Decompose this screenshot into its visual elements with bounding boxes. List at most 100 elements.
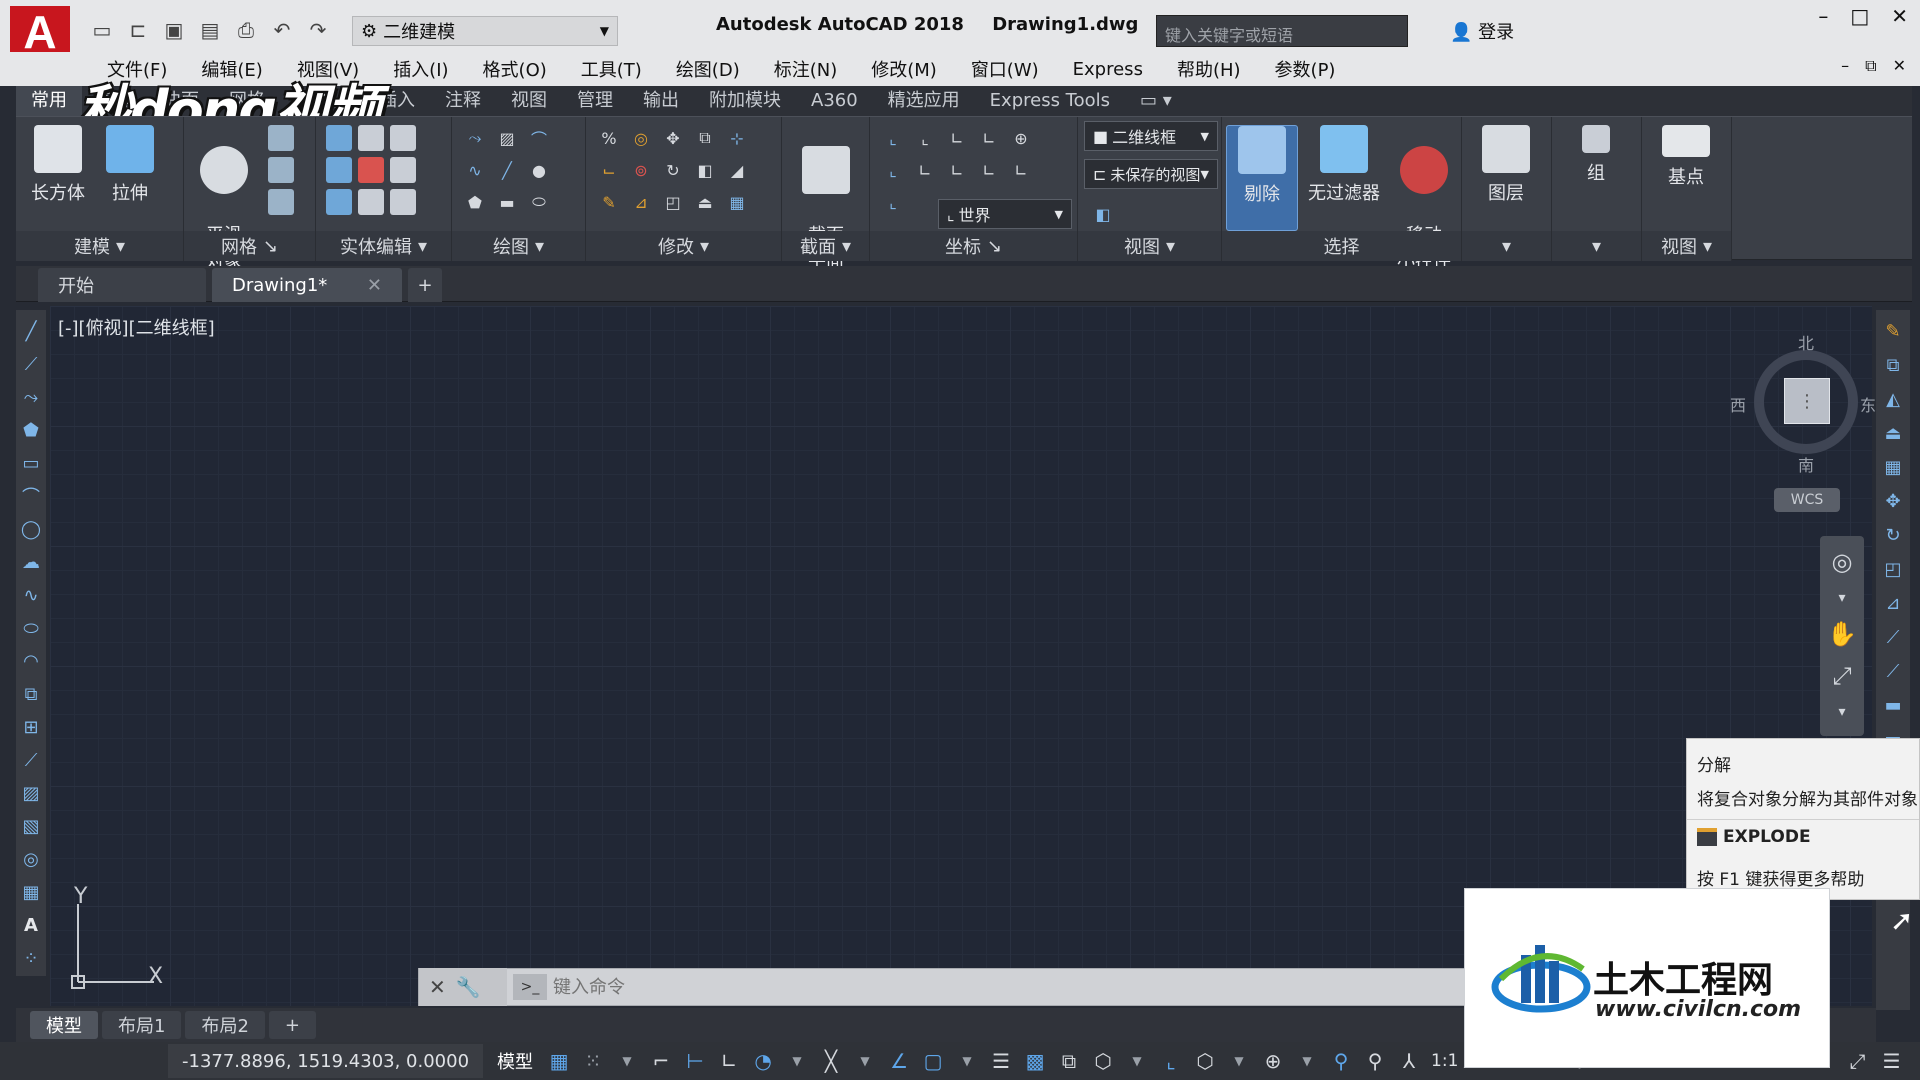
chevron-down-icon[interactable]: ▾ — [1838, 704, 1845, 720]
box-button[interactable]: 长方体 — [22, 125, 94, 205]
arc-icon[interactable]: ⌒ — [19, 483, 43, 509]
sign-in-button[interactable]: 👤 登录 — [1450, 18, 1514, 44]
panel-title-solid-edit[interactable]: 实体编辑 ▾ — [316, 231, 451, 261]
menu-item-6[interactable]: 绘图(D) — [659, 56, 757, 82]
ucs-x-icon[interactable]: ∟ — [944, 125, 970, 151]
maximize-icon[interactable]: □ — [1850, 4, 1869, 28]
wrench-icon[interactable]: 🔧 — [456, 975, 481, 999]
object-snap-icon[interactable]: ▢ — [921, 1049, 945, 1073]
command-history-button[interactable]: >_ — [513, 974, 547, 1000]
thicken-icon[interactable] — [358, 189, 384, 215]
extend-icon[interactable]: ⟋ — [1881, 658, 1905, 684]
mesh-refine-icon[interactable] — [268, 125, 294, 151]
doc-close-icon[interactable]: ✕ — [1893, 56, 1906, 76]
coordinate-readout[interactable]: -1377.8896, 1519.4303, 0.0000 — [168, 1044, 484, 1078]
ucs-z-icon[interactable]: ∟ — [912, 157, 938, 183]
panel-title-groups[interactable]: ▾ — [1552, 231, 1641, 261]
ellipse-icon[interactable]: ⬭ — [526, 189, 552, 215]
minimize-icon[interactable]: – — [1818, 4, 1828, 28]
selection-cycling-icon[interactable]: ⧉ — [1057, 1049, 1081, 1073]
erase-icon[interactable]: ✎ — [1881, 318, 1905, 344]
model-space-button[interactable]: 模型 — [493, 1048, 537, 1074]
copy-icon[interactable]: ⧉ — [692, 125, 718, 151]
annotation-scale-icon[interactable]: ⅄ — [1397, 1049, 1421, 1073]
group-button[interactable]: 组 — [1560, 125, 1632, 185]
align-icon[interactable]: ⊿ — [628, 189, 654, 215]
new-tab-button[interactable]: + — [408, 268, 442, 302]
chevron-down-icon[interactable]: ▼ — [1125, 1054, 1149, 1068]
doc-restore-icon[interactable]: ⧉ — [1865, 56, 1876, 76]
ortho-icon[interactable]: ∟ — [717, 1049, 741, 1073]
array-icon[interactable]: ▦ — [724, 189, 750, 215]
chevron-down-icon[interactable]: ▼ — [615, 1054, 639, 1068]
tab-start[interactable]: 开始 — [38, 268, 206, 302]
compass-east[interactable]: 东 — [1860, 392, 1876, 416]
ellipse-arc-icon[interactable]: ◠ — [19, 648, 43, 674]
ucs-world-icon[interactable]: ⌞ — [912, 125, 938, 151]
table-icon[interactable]: ▦ — [19, 879, 43, 905]
wcs-menu[interactable]: WCS — [1774, 488, 1840, 512]
make-block-icon[interactable]: ⊞ — [19, 714, 43, 740]
rotate-icon[interactable]: ↻ — [660, 157, 686, 183]
lineweight-icon[interactable]: ☰ — [989, 1049, 1013, 1073]
workspace-selector[interactable]: ⚙ 二维建模 ▼ — [352, 16, 618, 46]
arc-icon[interactable]: ⌒ — [526, 125, 552, 151]
chamfer-icon[interactable]: ◢ — [724, 157, 750, 183]
polyline-icon[interactable]: ⤳ — [19, 384, 43, 410]
separate-icon[interactable] — [390, 189, 416, 215]
snap-icon[interactable]: ⁙ — [581, 1049, 605, 1073]
layout-tab-2[interactable]: 布局2 — [185, 1011, 265, 1039]
subtract-icon[interactable] — [326, 157, 352, 183]
polar-icon[interactable]: ◔ — [751, 1049, 775, 1073]
ucs-3point-icon[interactable]: ∟ — [944, 157, 970, 183]
coordinate-system-combo[interactable]: ⌞ 世界 ▼ — [938, 199, 1072, 229]
ucs-y-icon[interactable]: ∟ — [976, 125, 1002, 151]
scale-icon[interactable]: % — [596, 125, 622, 151]
line-icon[interactable]: ╱ — [494, 157, 520, 183]
panel-title-modify[interactable]: 修改 ▾ — [586, 231, 781, 261]
hatch-icon[interactable]: ▨ — [494, 125, 520, 151]
steering-wheel-icon[interactable]: ◎ — [1832, 548, 1853, 576]
rectangle-icon[interactable]: ▬ — [494, 189, 520, 215]
no-filter-button[interactable]: 无过滤器 — [1300, 125, 1388, 205]
panel-title-view[interactable]: 视图 ▾ — [1078, 231, 1221, 261]
command-input[interactable] — [553, 972, 1467, 1002]
chevron-down-icon[interactable]: ▼ — [1227, 1054, 1251, 1068]
rotate-icon[interactable]: ↻ — [1881, 522, 1905, 548]
menu-item-3[interactable]: 插入(I) — [376, 56, 465, 82]
point-icon[interactable]: ⟋ — [19, 747, 43, 773]
save-as-icon[interactable]: ▤ — [194, 15, 226, 45]
grid-icon[interactable]: ▦ — [547, 1049, 571, 1073]
ucs-view-icon[interactable]: ∟ — [976, 157, 1002, 183]
stretch-icon[interactable]: ◰ — [660, 189, 686, 215]
compass-north[interactable]: 北 — [1798, 330, 1814, 354]
close-icon[interactable]: ✕ — [1891, 4, 1908, 28]
menu-item-12[interactable]: 参数(P) — [1258, 56, 1353, 82]
insert-block-icon[interactable]: ⧉ — [19, 681, 43, 707]
panel-title-layers[interactable]: ▾ — [1462, 231, 1551, 261]
hatch-icon[interactable]: ▨ — [19, 780, 43, 806]
mirror-3d-icon[interactable]: ⊚ — [628, 157, 654, 183]
undo-icon[interactable]: ↶ — [266, 15, 298, 45]
fillet-icon[interactable]: ⌙ — [596, 157, 622, 183]
layers-button[interactable]: 图层 — [1470, 125, 1542, 205]
ribbon-tab-0[interactable]: 常用 — [16, 86, 82, 116]
add-layout-button[interactable]: + — [268, 1011, 316, 1039]
infer-constraints-icon[interactable]: ⌐ — [649, 1049, 673, 1073]
spline-icon[interactable]: ∿ — [462, 157, 488, 183]
menu-item-9[interactable]: 窗口(W) — [954, 56, 1056, 82]
move-icon[interactable]: ✥ — [660, 125, 686, 151]
transparency-icon[interactable]: ▩ — [1023, 1049, 1047, 1073]
gradient-icon[interactable]: ▧ — [19, 813, 43, 839]
circle-icon[interactable]: ◯ — [19, 516, 43, 542]
tab-drawing1[interactable]: Drawing1* ✕ — [212, 268, 402, 302]
close-icon[interactable]: ✕ — [429, 975, 446, 999]
named-view-combo[interactable]: ⊏ 未保存的视图 ▼ — [1084, 159, 1218, 189]
mirror-icon[interactable]: ◭ — [1881, 386, 1905, 412]
construction-line-icon[interactable]: ⟋ — [19, 351, 43, 377]
chevron-down-icon[interactable]: ▼ — [1295, 1054, 1319, 1068]
ribbon-tab-12[interactable]: 精选应用 — [873, 86, 975, 116]
erase-icon[interactable]: ✎ — [596, 189, 622, 215]
menu-item-5[interactable]: 工具(T) — [564, 56, 659, 82]
offset-icon[interactable]: ⏏ — [1881, 420, 1905, 446]
